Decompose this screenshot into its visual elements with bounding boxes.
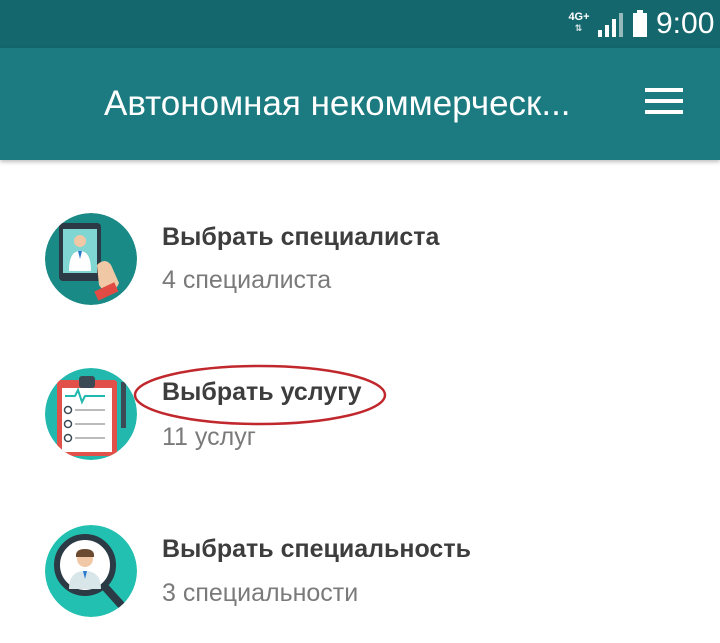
doctor-tablet-icon xyxy=(45,213,137,305)
item-subtitle: 11 услуг xyxy=(162,423,256,451)
doctor-magnifier-icon xyxy=(45,525,137,617)
item-subtitle: 4 специалиста xyxy=(162,266,332,294)
battery-icon xyxy=(633,10,647,37)
status-bar: 4G+ ⇅ 9:00 xyxy=(0,0,720,48)
app-title: Автономная некоммерческ... xyxy=(104,84,571,123)
network-type: 4G+ xyxy=(568,11,590,23)
hamburger-menu-icon[interactable] xyxy=(642,88,686,124)
item-label: Выбрать специалиста xyxy=(162,223,440,251)
item-subtitle: 3 специальности xyxy=(162,579,359,607)
item-label: Выбрать услугу xyxy=(162,378,362,406)
clock: 9:00 xyxy=(656,7,715,40)
clipboard-checklist-icon xyxy=(45,368,137,460)
menu-item-choose-service[interactable]: Выбрать услугу 11 услуг xyxy=(0,350,720,480)
menu-item-choose-specialty[interactable]: Выбрать специальность 3 специальности xyxy=(0,508,720,638)
data-arrows-icon: ⇅ xyxy=(574,23,584,33)
item-label: Выбрать специальность xyxy=(162,535,471,563)
app-bar: Автономная некоммерческ... xyxy=(0,48,720,160)
signal-strength-icon xyxy=(598,13,623,37)
network-indicator: 4G+ ⇅ xyxy=(565,12,593,38)
menu-item-choose-specialist[interactable]: Выбрать специалиста 4 специалиста xyxy=(0,195,720,325)
